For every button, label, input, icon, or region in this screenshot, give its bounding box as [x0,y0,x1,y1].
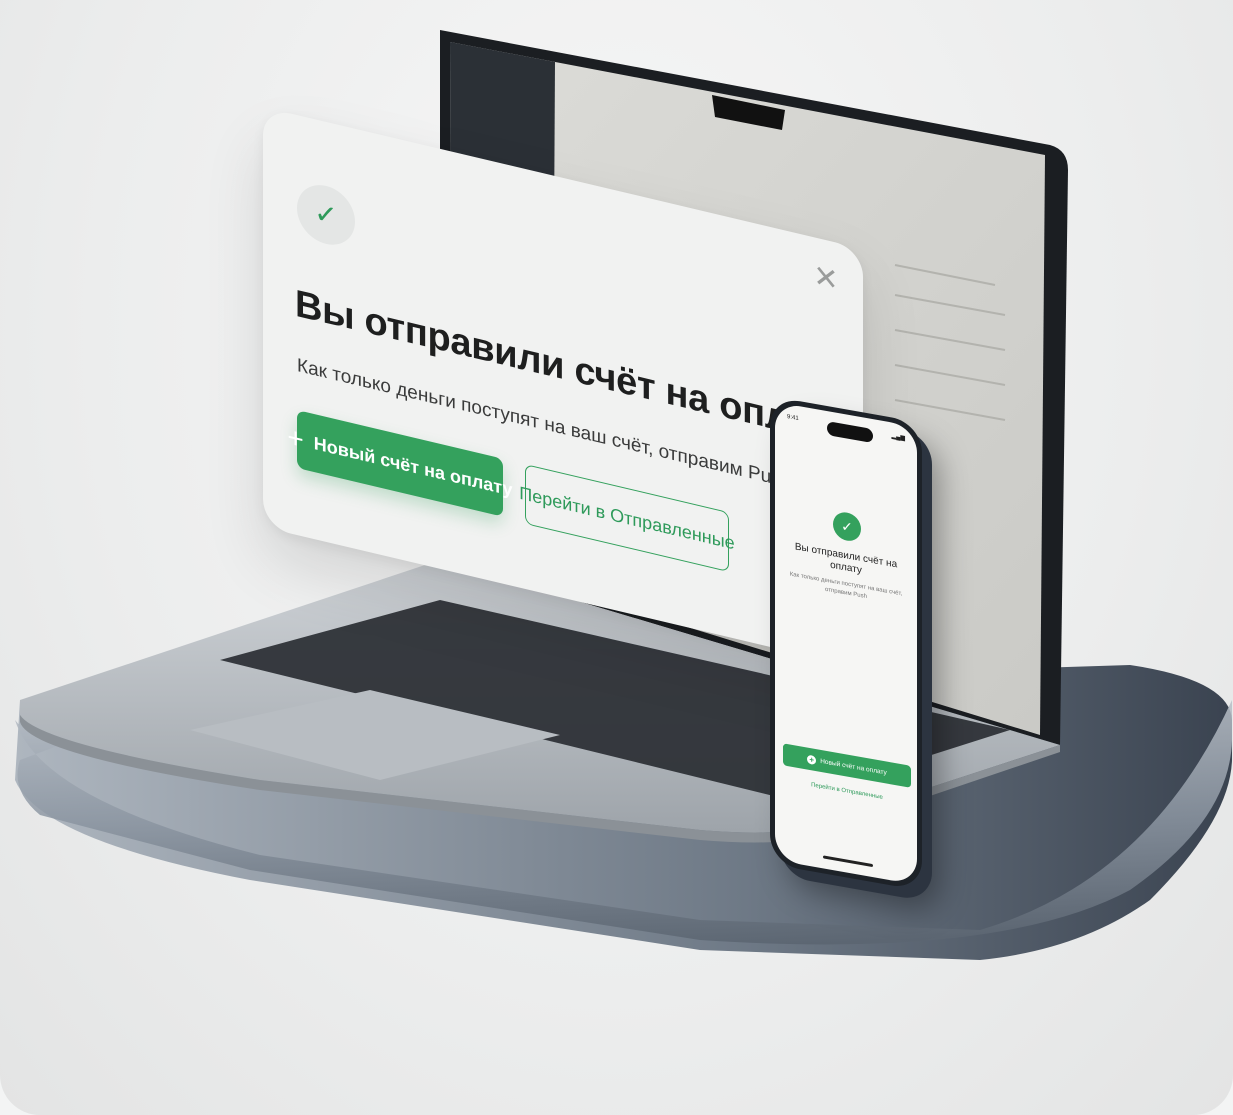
new-invoice-button-label: Новый счёт на оплату [313,432,513,500]
plus-icon: + [287,420,304,456]
phone-new-invoice-label: Новый счёт на оплату [820,757,887,777]
home-indicator [823,855,873,868]
go-to-sent-button[interactable]: Перейти в Отправленные [519,463,735,573]
new-invoice-button[interactable]: + Новый счёт на оплату [287,410,513,517]
dynamic-island [827,421,873,444]
phone-time: 9:41 [787,413,799,423]
phone-screen: 9:41 ▂▄▆ ✓ Вы отправили счёт на оплату К… [775,401,917,885]
close-icon[interactable]: ✕ [811,259,841,298]
checkmark-icon: ✓ [297,179,355,251]
phone-plus-icon: + [807,754,817,765]
phone-status-icons: ▂▄▆ [891,433,905,442]
go-to-sent-button-label: Перейти в Отправленные [519,482,735,554]
product-scene: ✓ ✕ Вы отправили счёт на оплату Как толь… [0,0,1233,1115]
phone-checkmark-icon: ✓ [833,510,861,544]
phone-device: 9:41 ▂▄▆ ✓ Вы отправили счёт на оплату К… [770,396,922,891]
